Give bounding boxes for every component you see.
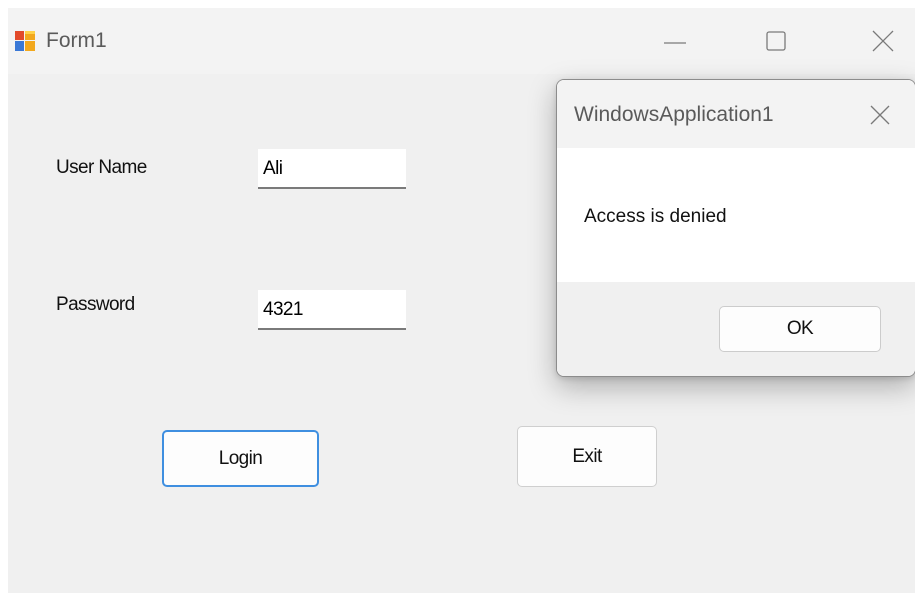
title-bar: Form1 <box>8 8 915 74</box>
message-dialog: WindowsApplication1 Access is denied OK <box>556 79 915 377</box>
exit-button[interactable]: Exit <box>517 426 657 487</box>
dialog-title-bar: WindowsApplication1 <box>557 80 915 148</box>
password-input[interactable]: 4321 <box>258 290 406 330</box>
username-label: User Name <box>56 157 147 178</box>
application-icon <box>14 30 36 52</box>
close-icon <box>872 30 894 52</box>
maximize-icon <box>766 31 786 51</box>
login-button[interactable]: Login <box>162 430 319 487</box>
dialog-close-button[interactable] <box>863 98 897 132</box>
dialog-title: WindowsApplication1 <box>574 103 774 126</box>
minimize-button[interactable] <box>652 20 698 62</box>
dialog-body: Access is denied <box>557 148 915 282</box>
close-button[interactable] <box>860 20 906 62</box>
minimize-icon <box>664 42 686 44</box>
window-title: Form1 <box>46 29 107 52</box>
password-label: Password <box>56 294 135 315</box>
close-icon <box>870 105 890 125</box>
dialog-footer: OK <box>557 282 915 376</box>
username-input[interactable]: Ali <box>258 149 406 189</box>
ok-button[interactable]: OK <box>719 306 881 352</box>
maximize-button[interactable] <box>753 20 799 62</box>
dialog-message: Access is denied <box>584 206 727 227</box>
